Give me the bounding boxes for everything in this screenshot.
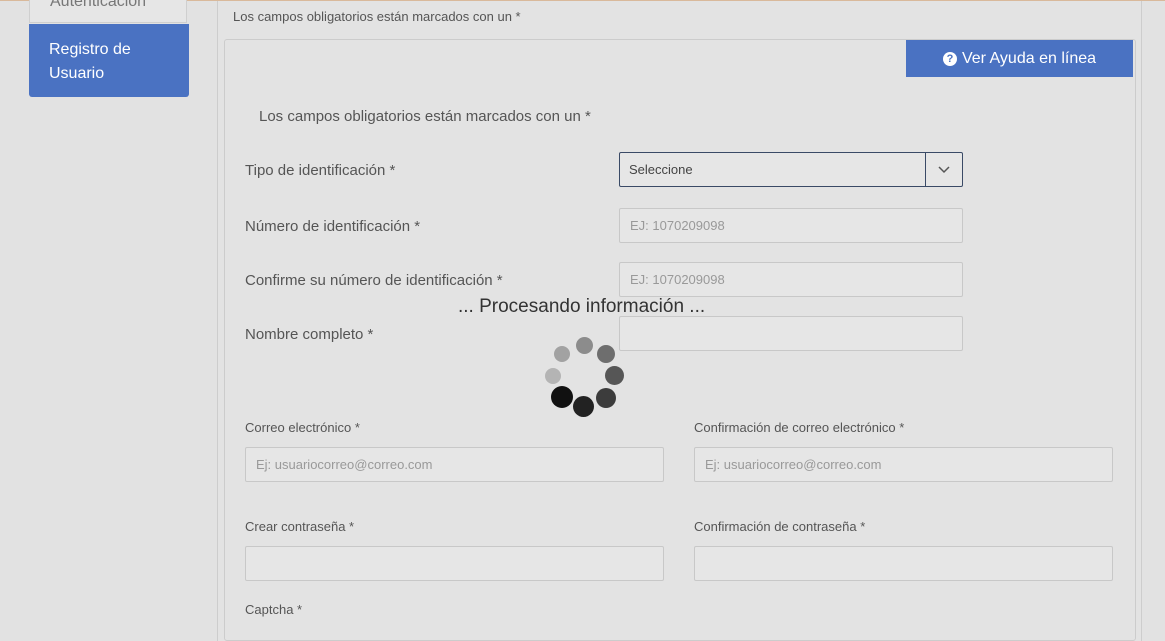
- password-input[interactable]: [245, 546, 664, 581]
- id-number-label: Número de identificación *: [245, 218, 421, 235]
- confirm-password-label: Confirmación de contraseña *: [694, 519, 866, 534]
- spinner-dot: [596, 388, 616, 408]
- online-help-button[interactable]: ? Ver Ayuda en línea: [906, 40, 1133, 77]
- spinner-dot: [576, 337, 593, 354]
- spinner-dot: [551, 386, 573, 408]
- password-label: Crear contraseña *: [245, 519, 355, 534]
- online-help-label: Ver Ayuda en línea: [961, 49, 1097, 67]
- sidebar-item-label: Registro de Usuario: [49, 41, 131, 82]
- id-type-select[interactable]: Seleccione: [619, 152, 963, 187]
- id-number-placeholder: EJ: 1070209098: [630, 218, 725, 233]
- confirm-password-input[interactable]: [694, 546, 1113, 581]
- confirm-email-input[interactable]: Ej: usuariocorreo@correo.com: [694, 447, 1113, 482]
- full-name-input[interactable]: [619, 316, 963, 351]
- confirm-email-label: Confirmación de correo electrónico *: [694, 420, 905, 435]
- sidebar-item-label: Autenticación: [50, 0, 147, 10]
- spinner-dot: [545, 368, 561, 384]
- id-number-input[interactable]: EJ: 1070209098: [619, 208, 963, 243]
- spinner-dot: [554, 346, 570, 362]
- sidebar-item-authentication[interactable]: Autenticación: [29, 0, 187, 23]
- email-label: Correo electrónico *: [245, 420, 360, 435]
- spinner-dot: [573, 396, 594, 417]
- id-type-value: Seleccione: [629, 162, 693, 177]
- chevron-down-icon[interactable]: [925, 153, 962, 186]
- confirm-id-input[interactable]: EJ: 1070209098: [619, 262, 963, 297]
- form-required-note: Los campos obligatorios están marcados c…: [259, 108, 591, 125]
- id-type-label: Tipo de identificación *: [245, 162, 396, 179]
- email-input[interactable]: Ej: usuariocorreo@correo.com: [245, 447, 664, 482]
- sidebar-item-user-registration[interactable]: Registro de Usuario: [29, 24, 189, 97]
- email-placeholder: Ej: usuariocorreo@correo.com: [256, 457, 433, 472]
- question-circle-icon: ?: [942, 51, 957, 66]
- spinner-dot: [605, 366, 624, 385]
- confirm-email-placeholder: Ej: usuariocorreo@correo.com: [705, 457, 882, 472]
- full-name-label: Nombre completo *: [245, 326, 374, 343]
- confirm-id-placeholder: EJ: 1070209098: [630, 272, 725, 287]
- spinner-dot: [597, 345, 615, 363]
- confirm-id-label: Confirme su número de identificación *: [245, 272, 503, 289]
- required-fields-note: Los campos obligatorios están marcados c…: [233, 9, 521, 24]
- captcha-label: Captcha *: [245, 602, 303, 617]
- processing-text: ... Procesando información ...: [458, 296, 706, 317]
